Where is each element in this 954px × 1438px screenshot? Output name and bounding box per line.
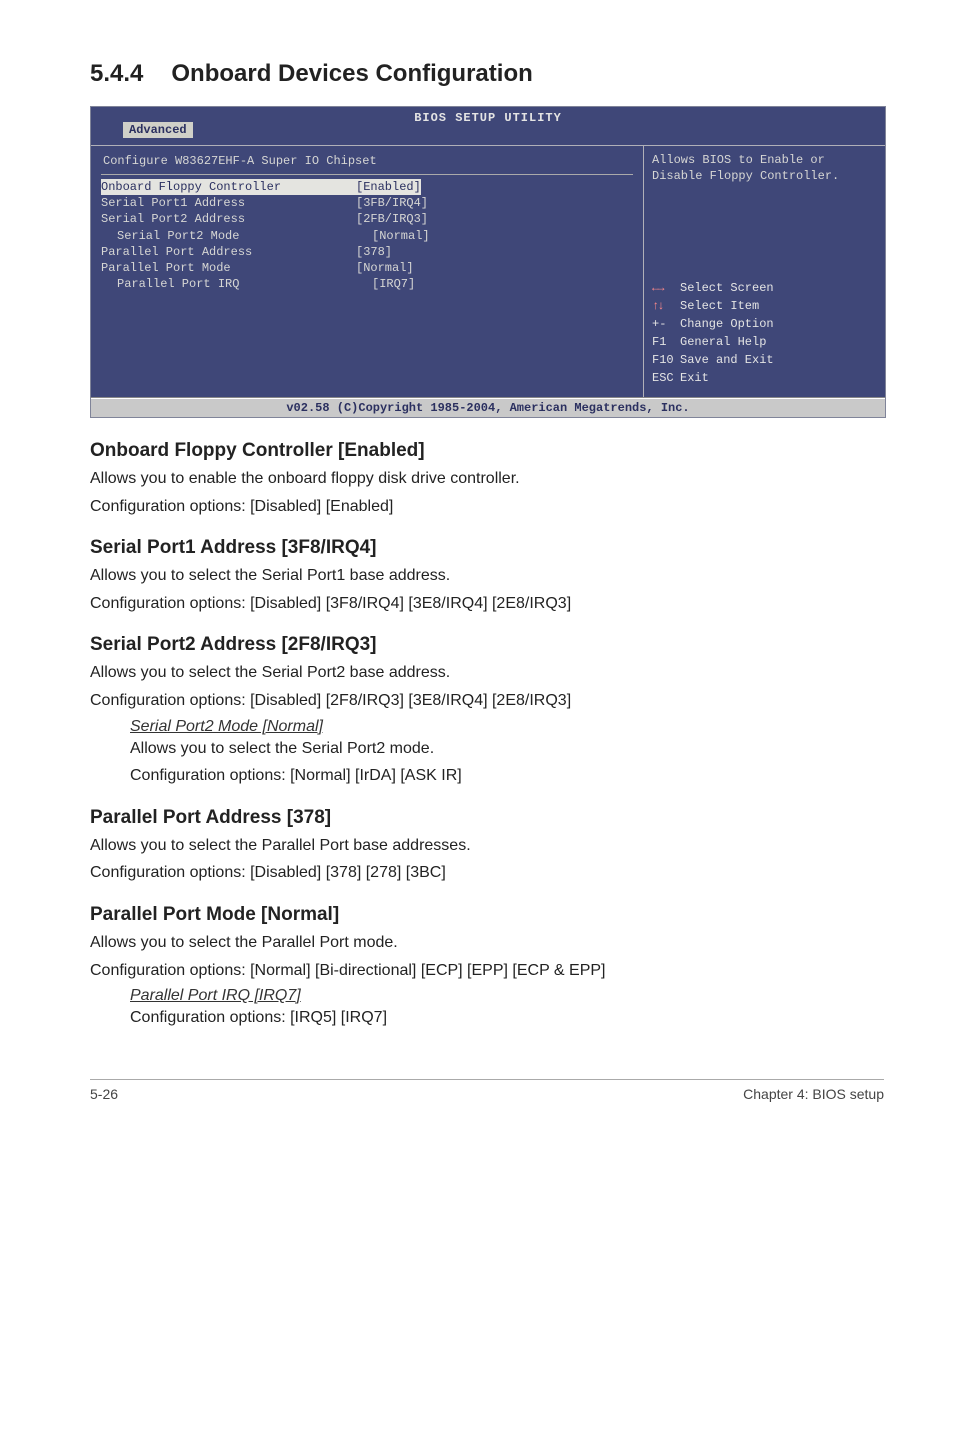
bios-row-label: Parallel Port Address bbox=[101, 244, 356, 260]
key-f1: F1 bbox=[652, 333, 674, 351]
key-f10: F10 bbox=[652, 351, 674, 369]
subfield-ppirq: Parallel Port IRQ [IRQ7] Configuration o… bbox=[130, 987, 884, 1029]
bios-row-label: Onboard Floppy Controller bbox=[101, 179, 356, 195]
bios-row-value: [Enabled] bbox=[356, 179, 421, 195]
bios-row-value: [Normal] bbox=[356, 260, 414, 276]
bios-row-ppa[interactable]: Parallel Port Address [378] bbox=[101, 244, 633, 260]
key-label: Select Screen bbox=[680, 279, 774, 297]
bios-row-sp2mode[interactable]: Serial Port2 Mode [Normal] bbox=[101, 228, 633, 244]
bios-row-value: [2FB/IRQ3] bbox=[356, 211, 428, 227]
field-heading-sp2: Serial Port2 Address [2F8/IRQ3] bbox=[90, 634, 884, 656]
arrow-left-right-icon bbox=[652, 279, 674, 297]
field-text: Configuration options: [Disabled] [3F8/I… bbox=[90, 593, 884, 615]
field-text: Configuration options: [Normal] [Bi-dire… bbox=[90, 960, 884, 982]
key-row-select-item: Select Item bbox=[652, 297, 877, 315]
bios-row-label: Parallel Port Mode bbox=[101, 260, 356, 276]
bios-row-value: [3FB/IRQ4] bbox=[356, 195, 428, 211]
bios-help-text: Allows BIOS to Enable or Disable Floppy … bbox=[652, 152, 877, 184]
bios-right-pane: Allows BIOS to Enable or Disable Floppy … bbox=[644, 146, 885, 397]
bios-chipset-line: Configure W83627EHF-A Super IO Chipset bbox=[101, 152, 633, 175]
field-heading-sp1: Serial Port1 Address [3F8/IRQ4] bbox=[90, 537, 884, 559]
field-text: Configuration options: [Disabled] [2F8/I… bbox=[90, 690, 884, 712]
bios-key-help: Select Screen Select Item +- Change Opti… bbox=[652, 279, 877, 387]
bios-row-label: Parallel Port IRQ bbox=[101, 276, 372, 292]
key-row-esc: ESC Exit bbox=[652, 369, 877, 387]
subfield-text: Allows you to select the Serial Port2 mo… bbox=[130, 738, 884, 760]
chapter-label: Chapter 4: BIOS setup bbox=[743, 1086, 884, 1102]
field-heading-ppa: Parallel Port Address [378] bbox=[90, 807, 884, 829]
key-esc: ESC bbox=[652, 369, 674, 387]
subfield-heading: Serial Port2 Mode [Normal] bbox=[130, 718, 884, 736]
key-label: Select Item bbox=[680, 297, 759, 315]
key-row-select-screen: Select Screen bbox=[652, 279, 877, 297]
bios-row-value: [IRQ7] bbox=[372, 276, 415, 292]
bios-left-pane: Configure W83627EHF-A Super IO Chipset O… bbox=[91, 146, 644, 397]
field-heading-ppm: Parallel Port Mode [Normal] bbox=[90, 904, 884, 926]
subfield-sp2mode: Serial Port2 Mode [Normal] Allows you to… bbox=[130, 718, 884, 787]
page: 5.4.4 Onboard Devices Configuration BIOS… bbox=[0, 0, 954, 1142]
arrow-up-down-icon bbox=[652, 297, 674, 315]
subfield-text: Configuration options: [Normal] [IrDA] [… bbox=[130, 765, 884, 787]
field-text: Configuration options: [Disabled] [378] … bbox=[90, 862, 884, 884]
bios-row-sp1[interactable]: Serial Port1 Address [3FB/IRQ4] bbox=[101, 195, 633, 211]
bios-tab-row: Advanced bbox=[91, 127, 885, 145]
section-heading-row: 5.4.4 Onboard Devices Configuration bbox=[90, 60, 884, 88]
key-label: Save and Exit bbox=[680, 351, 774, 369]
bios-row-ppm[interactable]: Parallel Port Mode [Normal] bbox=[101, 260, 633, 276]
field-text: Allows you to select the Parallel Port m… bbox=[90, 932, 884, 954]
field-heading-floppy: Onboard Floppy Controller [Enabled] bbox=[90, 440, 884, 462]
subfield-heading: Parallel Port IRQ [IRQ7] bbox=[130, 987, 884, 1005]
bios-footer: v02.58 (C)Copyright 1985-2004, American … bbox=[91, 398, 885, 417]
bios-row-value: [Normal] bbox=[372, 228, 430, 244]
field-text: Allows you to select the Parallel Port b… bbox=[90, 835, 884, 857]
bios-title: BIOS SETUP UTILITY bbox=[91, 107, 885, 127]
bios-row-ppirq[interactable]: Parallel Port IRQ [IRQ7] bbox=[101, 276, 633, 292]
bios-window: BIOS SETUP UTILITY Advanced Configure W8… bbox=[90, 106, 886, 418]
field-text: Allows you to enable the onboard floppy … bbox=[90, 468, 884, 490]
field-text: Allows you to select the Serial Port2 ba… bbox=[90, 662, 884, 684]
bios-row-floppy[interactable]: Onboard Floppy Controller [Enabled] bbox=[101, 179, 633, 195]
key-label: Change Option bbox=[680, 315, 774, 333]
subfield-text: Configuration options: [IRQ5] [IRQ7] bbox=[130, 1007, 884, 1029]
key-row-f1: F1 General Help bbox=[652, 333, 877, 351]
bios-row-label: Serial Port1 Address bbox=[101, 195, 356, 211]
page-footer: 5-26 Chapter 4: BIOS setup bbox=[90, 1079, 884, 1102]
bios-body: Configure W83627EHF-A Super IO Chipset O… bbox=[91, 145, 885, 398]
key-plusminus: +- bbox=[652, 315, 674, 333]
key-label: General Help bbox=[680, 333, 766, 351]
bios-tab-advanced[interactable]: Advanced bbox=[123, 122, 193, 138]
section-title: Onboard Devices Configuration bbox=[171, 60, 532, 88]
section-number: 5.4.4 bbox=[90, 60, 143, 88]
bios-row-sp2[interactable]: Serial Port2 Address [2FB/IRQ3] bbox=[101, 211, 633, 227]
field-text: Allows you to select the Serial Port1 ba… bbox=[90, 565, 884, 587]
key-row-f10: F10 Save and Exit bbox=[652, 351, 877, 369]
page-number: 5-26 bbox=[90, 1086, 118, 1102]
bios-row-label: Serial Port2 Mode bbox=[101, 228, 372, 244]
key-label: Exit bbox=[680, 369, 709, 387]
bios-row-label: Serial Port2 Address bbox=[101, 211, 356, 227]
field-text: Configuration options: [Disabled] [Enabl… bbox=[90, 496, 884, 518]
bios-row-value: [378] bbox=[356, 244, 392, 260]
key-row-change: +- Change Option bbox=[652, 315, 877, 333]
